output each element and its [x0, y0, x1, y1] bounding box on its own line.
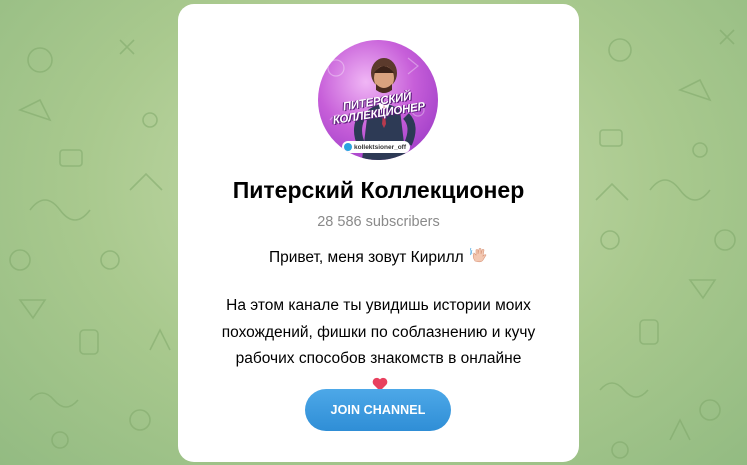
- greeting-text: Привет, меня зовут Кирилл: [268, 249, 464, 266]
- subscriber-count: 28 586 subscribers: [317, 214, 440, 230]
- channel-card: ПИТЕРСКИЙ КОЛЛЕКЦИОНЕР kollektsioner_off…: [178, 4, 579, 462]
- channel-greeting: Привет, меня зовут Кирилл: [178, 246, 579, 267]
- channel-avatar: ПИТЕРСКИЙ КОЛЛЕКЦИОНЕР kollektsioner_off: [318, 40, 438, 160]
- telegram-icon: [344, 143, 352, 151]
- description-line: рабочих способов знакомств в онлайне: [235, 350, 522, 367]
- avatar-handle-badge: kollektsioner_off: [342, 141, 411, 153]
- channel-title: Питерский Коллекционер: [232, 177, 525, 203]
- join-channel-button[interactable]: JOIN CHANNEL: [305, 389, 451, 431]
- waving-hand-icon: [470, 247, 487, 263]
- avatar-handle-text: kollektsioner_off: [354, 143, 407, 151]
- description-line: На этом канале ты увидишь истории моих: [226, 297, 531, 314]
- description-line: похождений, фишки по соблазнению и кучу: [221, 323, 536, 341]
